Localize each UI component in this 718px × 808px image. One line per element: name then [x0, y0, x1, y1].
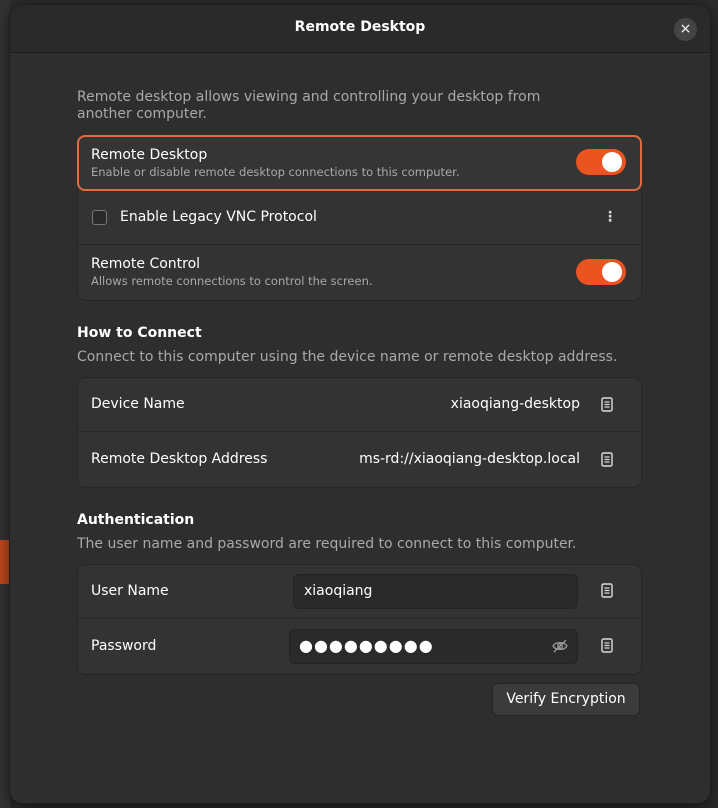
- address-label: Remote Desktop Address: [91, 451, 268, 467]
- remote-desktop-description: Enable or disable remote desktop connect…: [91, 165, 460, 179]
- eye-slash-icon[interactable]: [551, 637, 569, 655]
- remote-control-description: Allows remote connections to control the…: [91, 274, 373, 288]
- password-field[interactable]: ●●●●●●●●●: [289, 629, 578, 664]
- remote-control-row[interactable]: Remote Control Allows remote connections…: [77, 244, 640, 300]
- device-name-row: Device Name xiaoqiang-desktop: [77, 377, 640, 431]
- switch-knob: [602, 152, 622, 172]
- close-icon: ×: [679, 21, 692, 37]
- verify-encryption-button[interactable]: Verify Encryption: [492, 683, 640, 716]
- copy-icon[interactable]: [598, 637, 616, 655]
- legacy-vnc-label: Enable Legacy VNC Protocol: [120, 209, 317, 225]
- how-to-connect-description: Connect to this computer using the devic…: [77, 349, 618, 365]
- intro-text: Remote desktop allows viewing and contro…: [77, 89, 541, 122]
- password-masked-value: ●●●●●●●●●: [299, 636, 434, 655]
- remote-desktop-dialog: Remote Desktop × Remote desktop allows v…: [10, 5, 710, 803]
- copy-icon[interactable]: [598, 582, 616, 600]
- password-row: Password ●●●●●●●●●: [77, 618, 640, 674]
- copy-icon[interactable]: [598, 396, 616, 414]
- copy-icon[interactable]: [598, 451, 616, 469]
- legacy-vnc-row[interactable]: Enable Legacy VNC Protocol ⋮: [77, 189, 640, 244]
- switch-knob: [602, 262, 622, 282]
- username-label: User Name: [91, 583, 169, 599]
- username-row: User Name xiaoqiang: [77, 564, 640, 618]
- username-value: xiaoqiang: [304, 583, 373, 599]
- password-label: Password: [91, 638, 157, 654]
- how-to-connect-heading: How to Connect: [77, 325, 202, 341]
- authentication-heading: Authentication: [77, 512, 195, 528]
- device-name-value: xiaoqiang-desktop: [450, 396, 580, 412]
- address-value: ms-rd://xiaoqiang-desktop.local: [359, 451, 580, 467]
- remote-desktop-label: Remote Desktop: [91, 147, 208, 163]
- close-button[interactable]: ×: [674, 18, 697, 41]
- authentication-description: The user name and password are required …: [77, 536, 577, 552]
- username-field[interactable]: xiaoqiang: [293, 574, 578, 609]
- remote-desktop-switch[interactable]: [576, 149, 626, 175]
- background-selected-item: [0, 540, 9, 584]
- address-row: Remote Desktop Address ms-rd://xiaoqiang…: [77, 431, 640, 487]
- legacy-vnc-checkbox[interactable]: [92, 210, 107, 225]
- dialog-title: Remote Desktop: [294, 19, 426, 35]
- background-window-edge: [0, 0, 10, 808]
- device-name-label: Device Name: [91, 396, 185, 412]
- remote-control-switch[interactable]: [576, 259, 626, 285]
- remote-desktop-row[interactable]: Remote Desktop Enable or disable remote …: [77, 135, 640, 189]
- kebab-menu-icon[interactable]: ⋮: [603, 210, 617, 224]
- remote-control-label: Remote Control: [91, 256, 201, 272]
- dialog-header: Remote Desktop ×: [10, 5, 710, 53]
